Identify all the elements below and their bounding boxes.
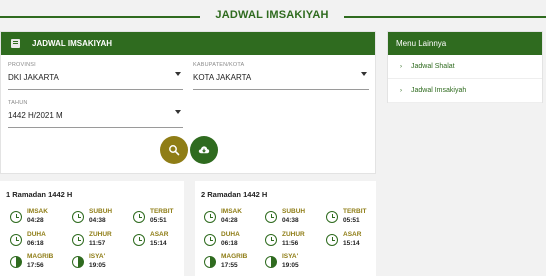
- prayer-slot-zuhur: ZUHUR 11:56: [265, 231, 325, 251]
- calendar-icon: [11, 39, 20, 48]
- prayer-slot-isya: ISYA' 19:05: [72, 253, 132, 273]
- prayer-slot-terbit: TERBIT 05:51: [326, 208, 386, 228]
- side-menu-item-label: Jadwal Imsakiyah: [411, 87, 467, 94]
- prayer-slot-terbit: TERBIT 05:51: [133, 208, 193, 228]
- day-title: 2 Ramadan 1442 H: [201, 190, 268, 199]
- side-menu-item-jadwal-shalat[interactable]: › Jadwal Shalat: [388, 55, 542, 79]
- prayer-slot-zuhur: ZUHUR 11:57: [72, 231, 132, 251]
- clock-icon: [265, 211, 277, 223]
- moon-icon: [265, 256, 277, 268]
- prayer-slot-duha: DUHA 06:18: [204, 231, 264, 251]
- clock-icon: [133, 211, 145, 223]
- search-icon: [169, 145, 180, 156]
- moon-icon: [10, 256, 22, 268]
- filter-panel-title: JADWAL IMSAKIYAH: [32, 39, 113, 48]
- prayer-slot-magrib: MAGRIB 17:55: [204, 253, 264, 273]
- clock-icon: [133, 234, 145, 246]
- side-menu-title: Menu Lainnya: [388, 32, 542, 55]
- chevron-right-icon: ›: [400, 87, 402, 94]
- clock-icon: [204, 211, 216, 223]
- clock-icon: [10, 234, 22, 246]
- kabupaten-value: KOTA JAKARTA: [193, 73, 252, 82]
- side-menu: Menu Lainnya › Jadwal Shalat › Jadwal Im…: [387, 31, 543, 103]
- tahun-select[interactable]: TAHUN 1442 H/2021 M: [8, 100, 183, 128]
- prayer-slot-subuh: SUBUH 04:38: [265, 208, 325, 228]
- download-button[interactable]: [190, 136, 218, 164]
- clock-icon: [72, 211, 84, 223]
- filter-panel-header: JADWAL IMSAKIYAH: [1, 32, 375, 55]
- prayer-slot-imsak: IMSAK 04:28: [204, 208, 264, 228]
- clock-icon: [265, 234, 277, 246]
- kabupaten-label: KABUPATEN/KOTA: [193, 62, 245, 68]
- kabupaten-select[interactable]: KABUPATEN/KOTA KOTA JAKARTA: [193, 62, 369, 90]
- clock-icon: [10, 211, 22, 223]
- moon-icon: [72, 256, 84, 268]
- clock-icon: [326, 211, 338, 223]
- prayer-slot-imsak: IMSAK 04:28: [10, 208, 70, 228]
- day-card: 1 Ramadan 1442 H IMSAK 04:28 SUBUH 04:38…: [0, 181, 184, 276]
- chevron-right-icon: ›: [400, 63, 402, 70]
- clock-icon: [72, 234, 84, 246]
- prayer-slot-asar: ASAR 15:14: [326, 231, 386, 251]
- title-divider-left: [0, 16, 200, 18]
- cloud-download-icon: [198, 146, 210, 154]
- tahun-label: TAHUN: [8, 100, 28, 106]
- clock-icon: [326, 234, 338, 246]
- moon-icon: [204, 256, 216, 268]
- day-card: 2 Ramadan 1442 H IMSAK 04:28 SUBUH 04:38…: [195, 181, 376, 276]
- side-menu-item-jadwal-imsakiyah[interactable]: › Jadwal Imsakiyah: [388, 79, 542, 103]
- provinsi-label: PROVINSI: [8, 62, 36, 68]
- title-divider-right: [344, 16, 546, 18]
- side-menu-item-label: Jadwal Shalat: [411, 63, 455, 70]
- provinsi-value: DKI JAKARTA: [8, 73, 59, 82]
- prayer-slot-duha: DUHA 06:18: [10, 231, 70, 251]
- prayer-slot-subuh: SUBUH 04:38: [72, 208, 132, 228]
- day-title: 1 Ramadan 1442 H: [6, 190, 73, 199]
- dropdown-caret-icon: [361, 72, 367, 76]
- tahun-value: 1442 H/2021 M: [8, 111, 63, 120]
- prayer-slot-magrib: MAGRIB 17:56: [10, 253, 70, 273]
- page-title: JADWAL IMSAKIYAH: [215, 9, 329, 21]
- search-button[interactable]: [160, 136, 188, 164]
- dropdown-caret-icon: [175, 72, 181, 76]
- dropdown-caret-icon: [175, 110, 181, 114]
- prayer-slot-isya: ISYA' 19:05: [265, 253, 325, 273]
- clock-icon: [204, 234, 216, 246]
- prayer-slot-asar: ASAR 15:14: [133, 231, 193, 251]
- page-header: JADWAL IMSAKIYAH: [0, 0, 546, 30]
- provinsi-select[interactable]: PROVINSI DKI JAKARTA: [8, 62, 183, 90]
